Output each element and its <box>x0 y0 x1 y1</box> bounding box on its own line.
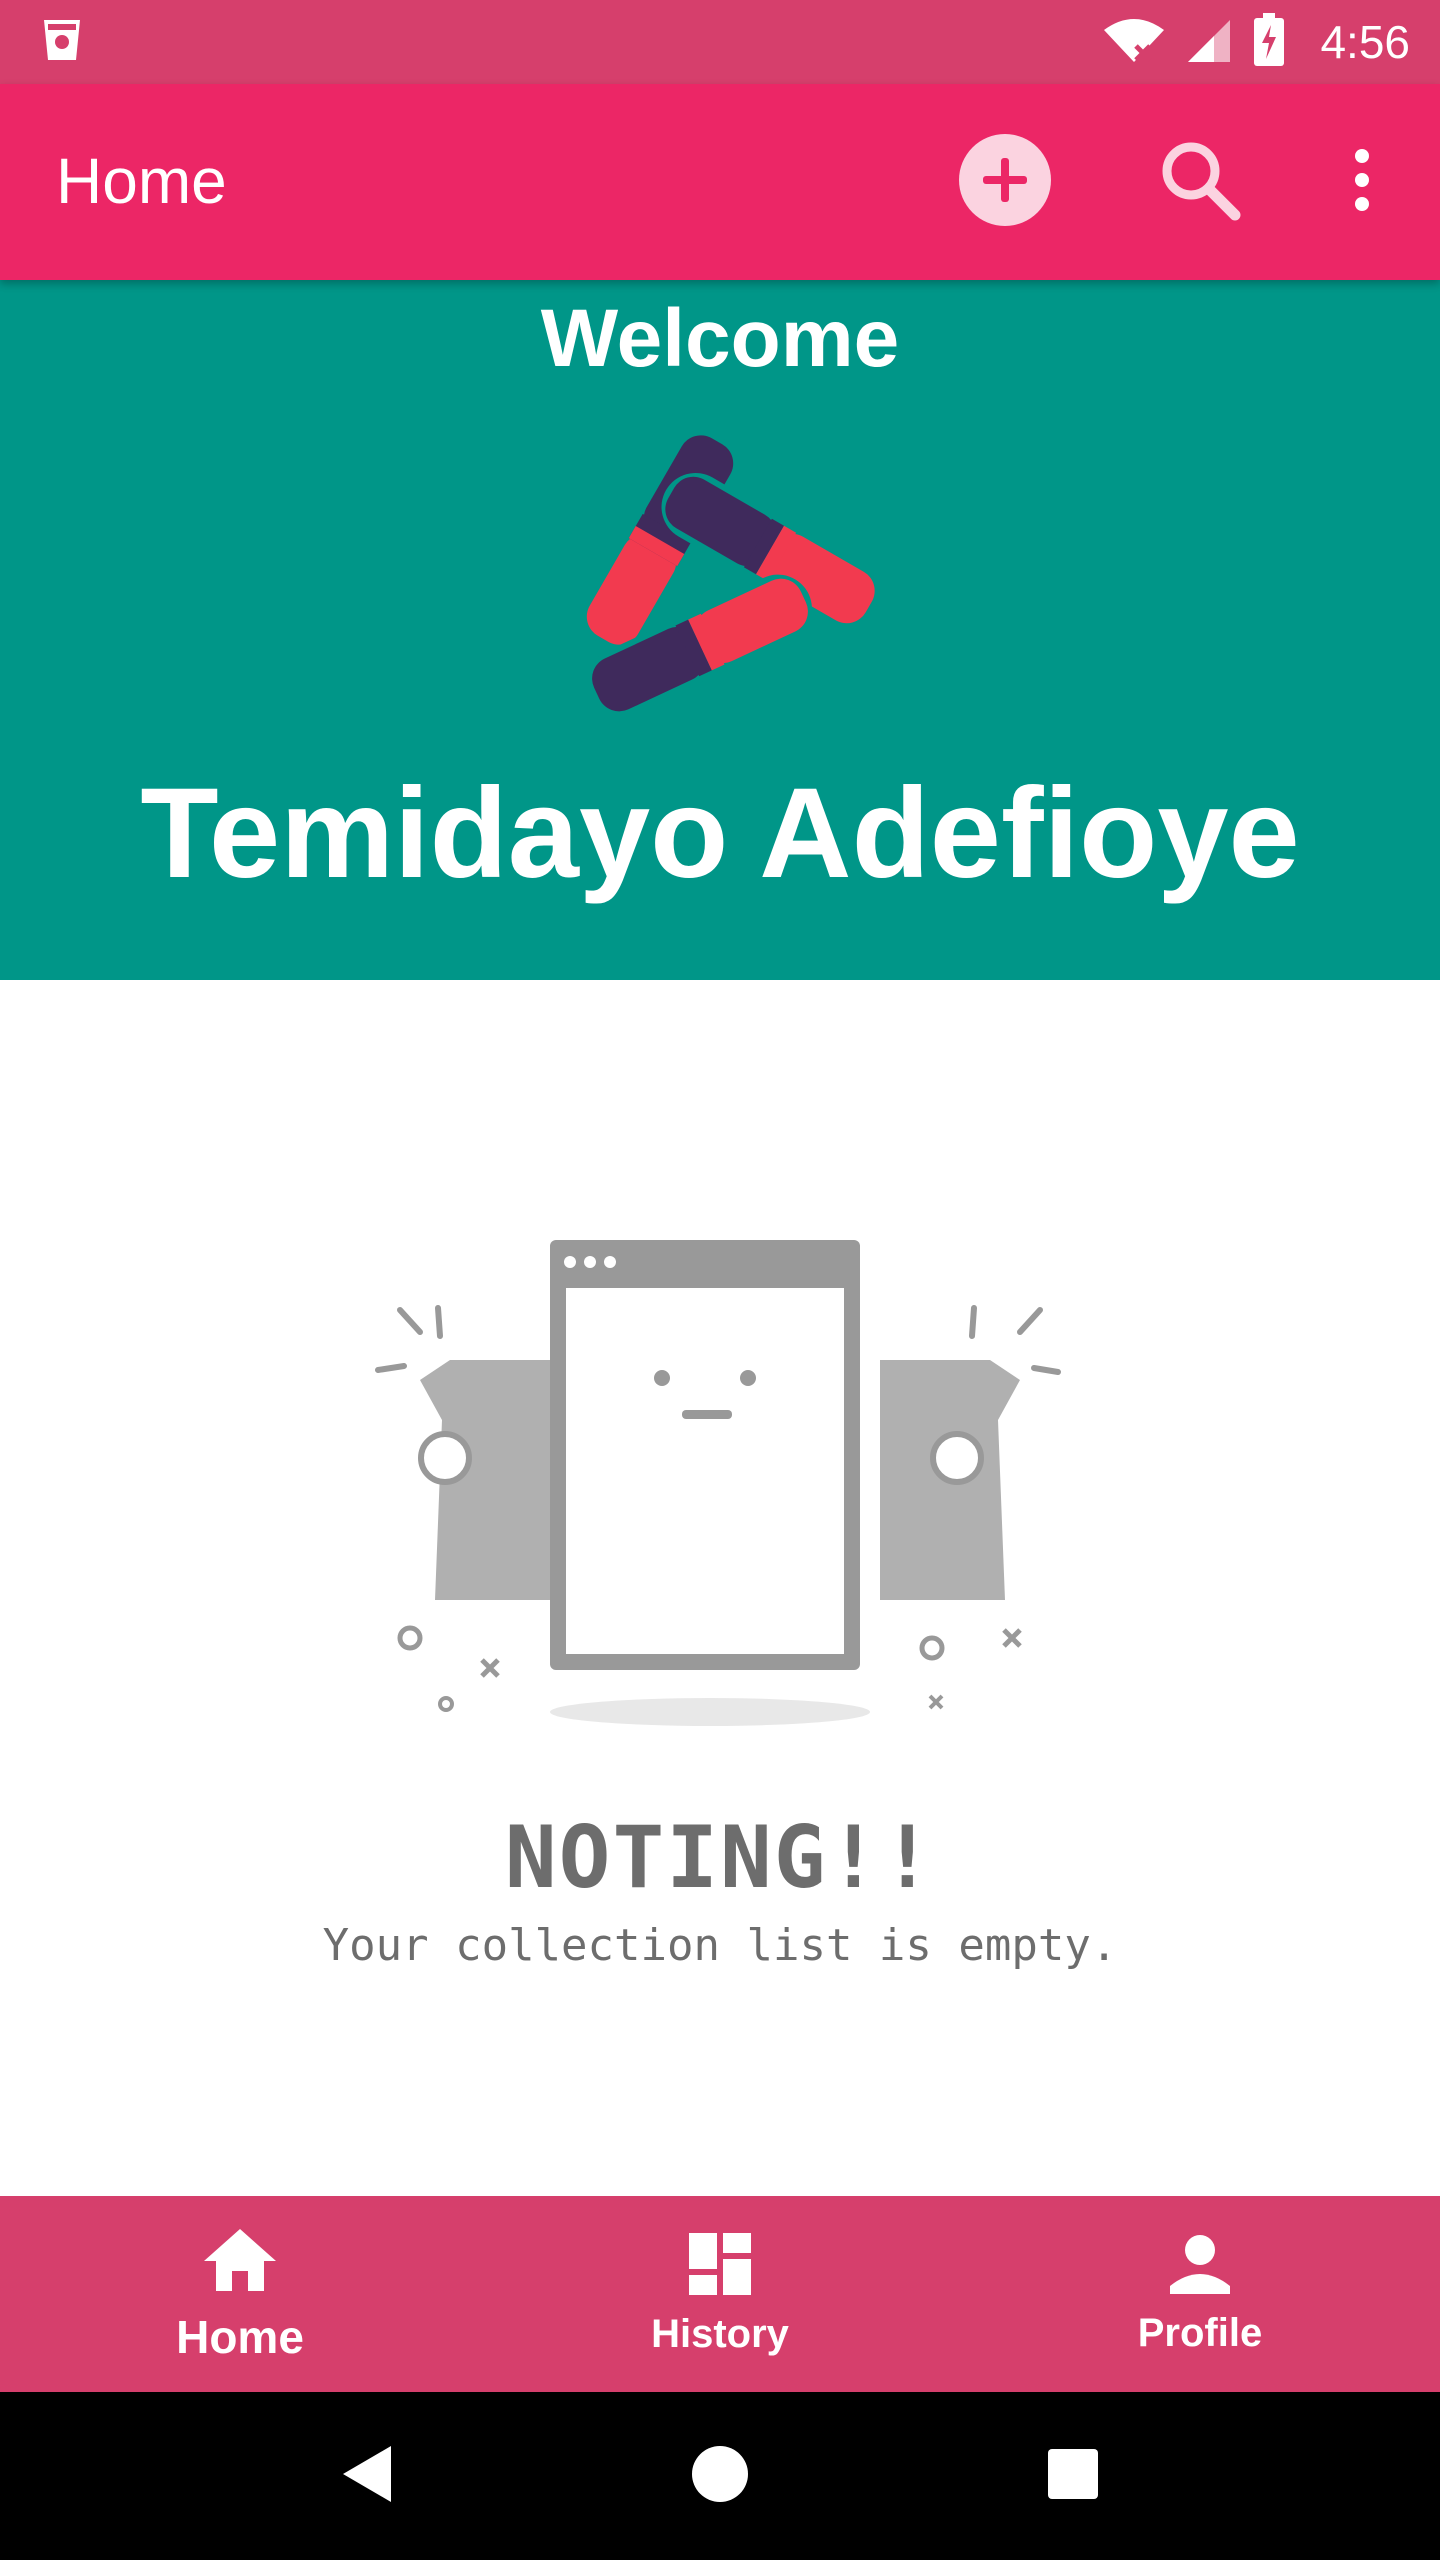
system-recents-button[interactable] <box>1018 2421 1128 2531</box>
home-circle-icon <box>690 2444 750 2509</box>
system-back-button[interactable] <box>312 2421 422 2531</box>
add-circle-icon <box>957 132 1053 233</box>
welcome-banner: Welcome Temidayo Adefioye <box>0 280 1440 980</box>
battery-charging-icon <box>1252 12 1286 72</box>
app-bar: Home <box>0 84 1440 280</box>
person-icon <box>1168 2232 1232 2301</box>
nav-item-home[interactable]: Home <box>0 2196 480 2392</box>
signal-icon <box>1184 16 1234 69</box>
sim-card-icon <box>40 16 84 69</box>
dashboard-icon <box>687 2231 753 2302</box>
app-title: Home <box>56 145 227 217</box>
status-left <box>40 16 84 69</box>
nav-label-profile: Profile <box>1137 2311 1263 2355</box>
add-button[interactable] <box>955 132 1055 232</box>
system-navigation-bar <box>0 2392 1440 2560</box>
nav-item-history[interactable]: History <box>480 2196 960 2392</box>
status-time: 4:56 <box>1320 16 1410 68</box>
more-options-button[interactable] <box>1312 132 1412 232</box>
empty-state-illustration <box>360 1220 1080 1740</box>
empty-state-subtitle: Your collection list is empty. <box>322 1920 1118 1971</box>
recents-icon <box>1046 2447 1100 2506</box>
nav-label-home: Home <box>176 2310 304 2363</box>
nav-item-profile[interactable]: Profile <box>960 2196 1440 2392</box>
app-logo <box>540 390 900 730</box>
status-bar: 4:56 <box>0 0 1440 84</box>
user-name: Temidayo Adefioye <box>140 762 1300 905</box>
home-icon <box>200 2225 280 2300</box>
empty-state-title: NOTING!! <box>504 1808 936 1908</box>
back-icon <box>337 2442 397 2511</box>
search-icon <box>1155 135 1245 230</box>
bottom-navigation: Home History Profile <box>0 2196 1440 2392</box>
welcome-text: Welcome <box>540 293 900 384</box>
status-right: 4:56 <box>1102 12 1410 72</box>
search-button[interactable] <box>1150 132 1250 232</box>
system-home-button[interactable] <box>665 2421 775 2531</box>
wifi-icon <box>1102 16 1166 69</box>
more-vert-icon <box>1352 148 1372 217</box>
nav-label-history: History <box>651 2312 789 2356</box>
